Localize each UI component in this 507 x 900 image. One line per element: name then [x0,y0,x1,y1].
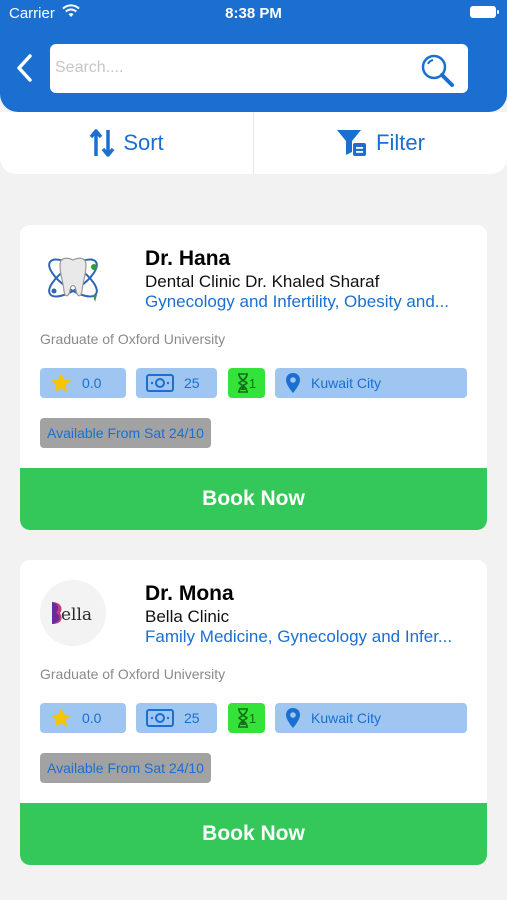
fee-badge: 25 [136,368,217,398]
filter-label: Filter [376,130,425,155]
filter-icon [337,130,367,156]
graduate-info: Graduate of Oxford University [40,666,226,682]
graduate-info: Graduate of Oxford University [40,331,226,347]
wait-value: 1 [248,375,257,391]
filter-button[interactable]: Filter [254,112,507,174]
sort-label: Sort [123,130,164,155]
wait-value: 1 [248,710,257,726]
availability-badge: Available From Sat 24/10 [40,418,211,448]
hourglass-icon [237,708,248,728]
fee-badge: 25 [136,703,217,733]
book-now-button[interactable]: Book Now [20,803,487,865]
rating-value: 0.0 [82,375,102,391]
location-badge: Kuwait City [275,368,467,398]
star-icon [51,708,71,727]
book-now-button[interactable]: Book Now [20,468,487,530]
clock: 8:38 PM [225,5,282,22]
location-badge: Kuwait City [275,703,467,733]
specialties: Family Medicine, Gynecology and Infer... [145,627,453,646]
money-icon [146,709,174,727]
status-bar: Carrier 8:38 PM [0,0,507,28]
city-value: Kuwait City [311,710,382,726]
wait-time-badge: 1 [228,368,265,398]
sort-icon [89,129,115,157]
doctor-name: Dr. Mona [145,582,234,605]
city-value: Kuwait City [311,375,382,391]
tooth-logo-icon [40,245,106,311]
clinic-name: Dental Clinic Dr. Khaled Sharaf [145,272,380,291]
doctor-name: Dr. Hana [145,247,231,270]
wait-time-badge: 1 [228,703,265,733]
search-icon[interactable] [418,51,456,89]
specialties: Gynecology and Infertility, Obesity and.… [145,292,449,311]
header: Carrier 8:38 PM [0,0,507,112]
search-bar [50,44,468,93]
location-pin-icon [286,373,300,393]
search-input[interactable] [55,54,415,82]
back-button[interactable] [10,50,40,86]
bella-logo-text: ella [61,605,92,625]
sort-button[interactable]: Sort [0,112,253,174]
doctor-card[interactable]: ella Dr. Mona Bella Clinic Family Medici… [20,560,487,865]
star-icon [51,373,71,392]
fee-value: 25 [184,710,200,726]
rating-badge: 0.0 [40,368,126,398]
hourglass-icon [237,373,248,393]
fee-value: 25 [184,375,200,391]
rating-badge: 0.0 [40,703,126,733]
bella-logo-icon: ella [40,580,106,646]
availability-badge: Available From Sat 24/10 [40,753,211,783]
location-pin-icon [286,708,300,728]
doctor-card[interactable]: Dr. Hana Dental Clinic Dr. Khaled Sharaf… [20,225,487,530]
battery-icon [470,6,499,18]
rating-value: 0.0 [82,710,102,726]
clinic-name: Bella Clinic [145,607,230,626]
sort-filter-bar: Sort Filter [0,112,507,174]
money-icon [146,374,174,392]
